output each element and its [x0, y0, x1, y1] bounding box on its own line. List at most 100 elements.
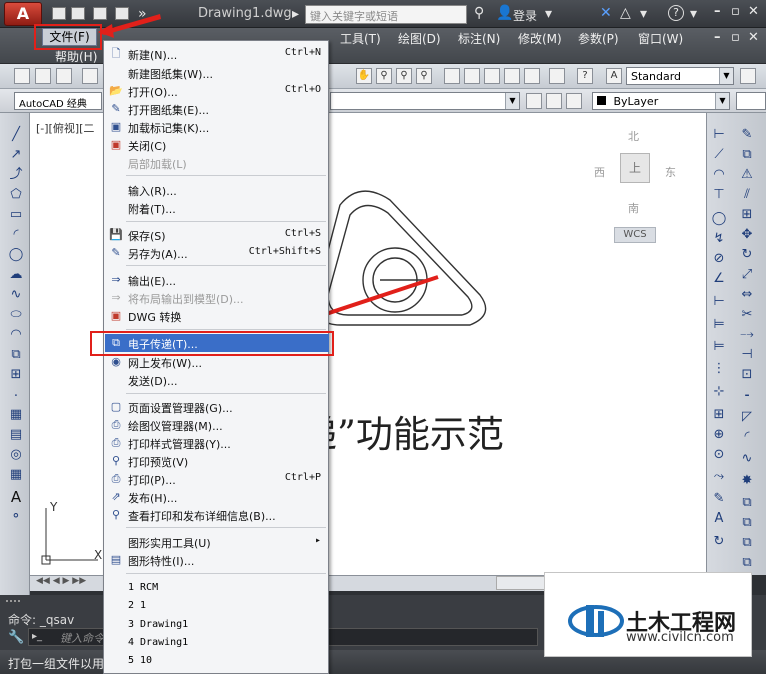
menu-item-export[interactable]: ⇒ 输出(E)...: [105, 271, 329, 289]
layer-previous-icon[interactable]: [566, 93, 582, 109]
command-prompt-icon[interactable]: ▸_: [32, 631, 42, 642]
menu-item-load-markup[interactable]: ▣ 加载标记集(K)...: [105, 118, 329, 136]
menu-item-attach[interactable]: 附着(T)...: [105, 199, 329, 217]
dim-space-icon[interactable]: ⋮: [710, 362, 728, 376]
recent-file-1[interactable]: 1 RCM: [128, 582, 158, 593]
aligned-dim-icon[interactable]: ⟋: [710, 148, 728, 162]
menu-window[interactable]: 窗口(W): [638, 30, 683, 47]
mirror-icon[interactable]: ⚠: [738, 168, 756, 182]
binoculars-icon[interactable]: ⚲: [474, 5, 484, 21]
layer-select[interactable]: ▼: [330, 92, 520, 110]
linear-dim-icon[interactable]: ⊢: [710, 128, 728, 142]
arc-icon[interactable]: ◜: [7, 228, 25, 242]
help-icon[interactable]: ?: [668, 5, 684, 21]
layout-nav-icons[interactable]: ◀◀ ◀ ▶ ▶▶: [36, 576, 86, 586]
chevron-down-icon[interactable]: ▼: [505, 93, 519, 109]
hatch-icon[interactable]: ▦: [7, 408, 25, 422]
copy-icon[interactable]: ⧉: [738, 148, 756, 162]
open-icon[interactable]: [35, 68, 51, 84]
join-icon[interactable]: ⁃: [738, 390, 756, 404]
array-icon[interactable]: ⊞: [738, 208, 756, 222]
layer-properties-icon[interactable]: [526, 93, 542, 109]
menu-item-plot-preview[interactable]: ⚲ 打印预览(V): [105, 452, 329, 470]
zoom-realtime-icon[interactable]: ⚲: [376, 68, 392, 84]
search-input[interactable]: 键入关键字或短语: [305, 5, 467, 24]
tolerance-icon[interactable]: ⊞: [710, 408, 728, 422]
multiline-text-icon[interactable]: A: [7, 490, 25, 505]
break-point-icon[interactable]: ⊣: [738, 348, 756, 362]
compass-north[interactable]: 北: [628, 128, 639, 144]
doc-minimize-icon[interactable]: –: [714, 30, 721, 45]
recent-file-4[interactable]: 4 Drawing1: [128, 637, 188, 648]
viewcube-top-face[interactable]: 上: [620, 153, 650, 183]
center-mark-icon[interactable]: ⊕: [710, 428, 728, 442]
ellipse-arc-icon[interactable]: ◠: [7, 328, 25, 342]
wcs-menu[interactable]: WCS: [614, 227, 656, 243]
doc-restore-icon[interactable]: ▫: [731, 30, 740, 45]
diameter-icon[interactable]: ⊘: [710, 252, 728, 266]
menu-item-new-sheetset[interactable]: 新建图纸集(W)...: [105, 64, 329, 82]
jogged-icon[interactable]: ↯: [710, 232, 728, 246]
move-icon[interactable]: ✥: [738, 228, 756, 242]
design-center-icon[interactable]: [464, 68, 480, 84]
viewport-controls-label[interactable]: [-][俯视][二: [36, 120, 94, 136]
menu-item-plotter-manager[interactable]: ⎙ 绘图仪管理器(M)...: [105, 416, 329, 434]
dim-edit-icon[interactable]: ✎: [710, 492, 728, 506]
search-expand-icon[interactable]: ▸: [292, 6, 299, 22]
menu-modify[interactable]: 修改(M): [518, 30, 562, 47]
break-icon[interactable]: ⊡: [738, 368, 756, 382]
linetype-select[interactable]: [736, 92, 766, 110]
jogged-linear-icon[interactable]: ⤳: [710, 470, 728, 484]
chevron-down-icon[interactable]: ▼: [719, 68, 733, 84]
menu-item-page-setup[interactable]: ▢ 页面设置管理器(G)...: [105, 398, 329, 416]
dropdown-icon[interactable]: ▾: [545, 6, 552, 22]
menu-item-send[interactable]: 发送(D)...: [105, 371, 329, 389]
draworder-front-icon[interactable]: ⧉: [738, 536, 756, 550]
menu-item-open-sheetset[interactable]: ✎ 打开图纸集(E)...: [105, 100, 329, 118]
region-icon[interactable]: ◎: [7, 448, 25, 462]
dropdown-icon[interactable]: ▾: [640, 6, 647, 22]
calculator-icon[interactable]: [549, 68, 565, 84]
compass-south[interactable]: 南: [628, 200, 639, 216]
menu-draw[interactable]: 绘图(D): [398, 30, 441, 47]
trim-icon[interactable]: ✂: [738, 308, 756, 322]
revcloud-icon[interactable]: ☁: [7, 268, 25, 282]
exchange-icon[interactable]: ✕: [600, 5, 612, 21]
explode-icon[interactable]: ✸: [738, 474, 756, 488]
rotate-icon[interactable]: ↻: [738, 248, 756, 262]
menu-item-open[interactable]: 📂 打开(O)... Ctrl+O: [105, 82, 329, 100]
restore-icon[interactable]: ▫: [731, 4, 740, 19]
dim-break-icon[interactable]: ⊹: [710, 385, 728, 399]
ellipse-icon[interactable]: ⬭: [7, 308, 25, 322]
doc-close-icon[interactable]: ✕: [748, 30, 759, 45]
chevron-down-icon[interactable]: ▼: [715, 93, 729, 109]
polyline-icon[interactable]: ⤴: [7, 168, 25, 182]
recent-file-3[interactable]: 3 Drawing1: [128, 619, 188, 630]
quick-new-icon[interactable]: [52, 7, 66, 20]
gradient-icon[interactable]: ▤: [7, 428, 25, 442]
command-grip-icon[interactable]: [6, 600, 20, 608]
menu-item-plot-details[interactable]: ⚲ 查看打印和发布详细信息(B)...: [105, 506, 329, 524]
rectangle-icon[interactable]: ▭: [7, 208, 25, 222]
insert-block-icon[interactable]: ⧉: [7, 348, 25, 362]
menu-item-publish[interactable]: ⇗ 发布(H)...: [105, 488, 329, 506]
construction-line-icon[interactable]: ↗: [7, 148, 25, 162]
compass-east[interactable]: 东: [665, 164, 676, 180]
pan-icon[interactable]: ✋: [356, 68, 372, 84]
menu-item-import[interactable]: 输入(R)...: [105, 181, 329, 199]
menu-item-save[interactable]: 💾 保存(S) Ctrl+S: [105, 226, 329, 244]
print-icon[interactable]: [82, 68, 98, 84]
radius-icon[interactable]: ◯: [710, 212, 728, 226]
text-style-select[interactable]: Standard ▼: [626, 67, 734, 85]
extend-icon[interactable]: ⤍: [738, 328, 756, 342]
arc-length-icon[interactable]: ◠: [710, 168, 728, 182]
menu-help[interactable]: 帮助(H): [55, 48, 97, 65]
circle-icon[interactable]: ◯: [7, 248, 25, 262]
menu-item-save-as[interactable]: ✎ 另存为(A)... Ctrl+Shift+S: [105, 244, 329, 262]
menu-item-print[interactable]: ⎙ 打印(P)... Ctrl+P: [105, 470, 329, 488]
new-icon[interactable]: [14, 68, 30, 84]
ordinate-icon[interactable]: ⊤: [710, 188, 728, 202]
zoom-previous-icon[interactable]: ⚲: [416, 68, 432, 84]
menu-tools[interactable]: 工具(T): [340, 30, 381, 47]
login-link[interactable]: 登录: [513, 7, 537, 24]
